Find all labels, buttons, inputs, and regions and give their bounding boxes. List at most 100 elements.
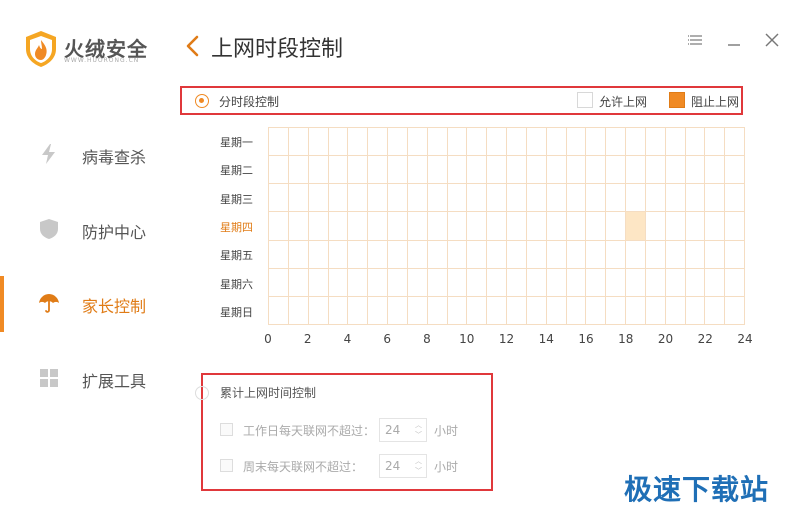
schedule-cell[interactable] xyxy=(606,128,626,157)
schedule-cell[interactable] xyxy=(645,212,666,241)
schedule-cell[interactable] xyxy=(526,240,547,269)
schedule-cell[interactable] xyxy=(368,128,388,157)
schedule-cell[interactable] xyxy=(645,128,666,157)
stepper-up-icon[interactable]: ︿ xyxy=(415,458,422,465)
schedule-cell[interactable] xyxy=(725,268,745,297)
schedule-cell[interactable] xyxy=(348,156,369,185)
time-slot-radio[interactable] xyxy=(195,94,209,108)
schedule-cell[interactable] xyxy=(526,128,547,157)
schedule-cell[interactable] xyxy=(546,240,567,269)
schedule-cell[interactable] xyxy=(467,212,488,241)
schedule-cell[interactable] xyxy=(546,268,567,297)
schedule-cell[interactable] xyxy=(626,268,646,297)
schedule-cell[interactable] xyxy=(487,184,507,213)
stepper-up-icon[interactable]: ︿ xyxy=(415,422,422,429)
schedule-cell[interactable] xyxy=(526,156,547,185)
schedule-cell[interactable] xyxy=(467,268,488,297)
schedule-cell[interactable] xyxy=(606,156,626,185)
schedule-cell[interactable] xyxy=(308,156,329,185)
schedule-cell[interactable] xyxy=(447,296,468,325)
schedule-cell[interactable] xyxy=(725,128,745,157)
sidebar-item-protection[interactable]: 防护中心 xyxy=(0,202,175,258)
schedule-cell[interactable] xyxy=(407,296,428,325)
schedule-cell[interactable] xyxy=(447,156,468,185)
schedule-cell[interactable] xyxy=(269,128,289,157)
schedule-cell[interactable] xyxy=(308,240,329,269)
schedule-cell[interactable] xyxy=(705,268,726,297)
schedule-cell[interactable] xyxy=(685,268,706,297)
schedule-cell[interactable] xyxy=(487,268,507,297)
schedule-cell[interactable] xyxy=(626,296,646,325)
schedule-cell[interactable] xyxy=(586,184,607,213)
stepper-down-icon[interactable]: ﹀ xyxy=(415,468,422,475)
schedule-cell[interactable] xyxy=(269,212,289,241)
schedule-cell[interactable] xyxy=(725,240,745,269)
schedule-cell[interactable] xyxy=(308,268,329,297)
schedule-cell[interactable] xyxy=(269,268,289,297)
schedule-cell[interactable] xyxy=(645,184,666,213)
schedule-cell[interactable] xyxy=(269,296,289,325)
sidebar-item-parental-control[interactable]: 家长控制 xyxy=(0,276,175,332)
schedule-cell[interactable] xyxy=(645,296,666,325)
schedule-cell[interactable] xyxy=(705,128,726,157)
schedule-cell[interactable] xyxy=(665,156,686,185)
schedule-cell[interactable] xyxy=(606,268,626,297)
schedule-cell[interactable] xyxy=(626,156,646,185)
schedule-cell[interactable] xyxy=(328,296,349,325)
schedule-cell[interactable] xyxy=(626,240,646,269)
schedule-cell[interactable] xyxy=(427,268,448,297)
schedule-cell[interactable] xyxy=(269,156,289,185)
weekday-limit-checkbox[interactable] xyxy=(220,423,233,436)
schedule-cell[interactable] xyxy=(606,184,626,213)
schedule-cell[interactable] xyxy=(348,212,369,241)
schedule-cell[interactable] xyxy=(725,184,745,213)
schedule-cell[interactable] xyxy=(705,212,726,241)
schedule-cell[interactable] xyxy=(427,128,448,157)
schedule-cell[interactable] xyxy=(308,128,329,157)
schedule-cell[interactable] xyxy=(447,184,468,213)
schedule-cell[interactable] xyxy=(328,156,349,185)
schedule-cell[interactable] xyxy=(288,156,309,185)
schedule-cell[interactable] xyxy=(526,184,547,213)
schedule-cell[interactable] xyxy=(606,212,626,241)
schedule-cell[interactable] xyxy=(348,296,369,325)
schedule-cell[interactable] xyxy=(427,296,448,325)
schedule-cell[interactable] xyxy=(368,156,388,185)
schedule-cell[interactable] xyxy=(665,268,686,297)
schedule-cell[interactable] xyxy=(566,296,587,325)
schedule-cell[interactable] xyxy=(348,268,369,297)
schedule-cell[interactable] xyxy=(288,212,309,241)
schedule-cell[interactable] xyxy=(328,212,349,241)
weekend-limit-checkbox[interactable] xyxy=(220,459,233,472)
schedule-cell[interactable] xyxy=(566,156,587,185)
schedule-cell[interactable] xyxy=(626,184,646,213)
schedule-cell[interactable] xyxy=(507,156,527,185)
schedule-cell[interactable] xyxy=(626,128,646,157)
schedule-cell[interactable] xyxy=(308,184,329,213)
schedule-cell[interactable] xyxy=(407,156,428,185)
schedule-cell[interactable] xyxy=(685,296,706,325)
schedule-cell[interactable] xyxy=(368,296,388,325)
schedule-cell[interactable] xyxy=(447,240,468,269)
schedule-cell[interactable] xyxy=(487,240,507,269)
schedule-cell[interactable] xyxy=(546,184,567,213)
schedule-cell[interactable] xyxy=(447,268,468,297)
schedule-cell[interactable] xyxy=(566,240,587,269)
schedule-cell[interactable] xyxy=(586,268,607,297)
schedule-cell[interactable] xyxy=(705,156,726,185)
schedule-cell[interactable] xyxy=(566,268,587,297)
schedule-cell[interactable] xyxy=(586,296,607,325)
schedule-cell[interactable] xyxy=(467,156,488,185)
schedule-cell[interactable] xyxy=(308,296,329,325)
schedule-cell[interactable] xyxy=(507,184,527,213)
schedule-cell[interactable] xyxy=(328,268,349,297)
schedule-cell[interactable] xyxy=(368,184,388,213)
schedule-cell[interactable] xyxy=(388,240,408,269)
schedule-cell[interactable] xyxy=(626,212,646,241)
schedule-cell[interactable] xyxy=(487,156,507,185)
schedule-cell[interactable] xyxy=(427,184,448,213)
schedule-cell[interactable] xyxy=(566,212,587,241)
schedule-cell[interactable] xyxy=(467,128,488,157)
schedule-cell[interactable] xyxy=(665,296,686,325)
schedule-cell[interactable] xyxy=(467,240,488,269)
